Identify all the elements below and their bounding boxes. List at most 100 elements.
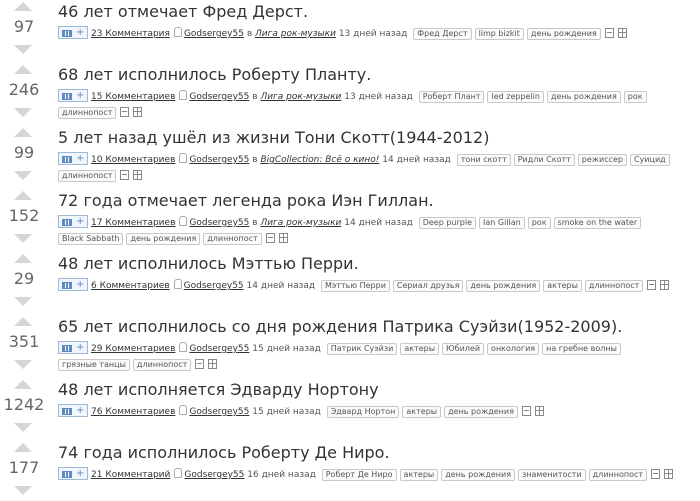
- story-title[interactable]: 65 лет исполнилось со дня рождения Патри…: [58, 315, 622, 339]
- tag[interactable]: Фред Дерст: [413, 28, 472, 40]
- story-title[interactable]: 68 лет исполнилось Роберту Планту.: [58, 63, 371, 87]
- story-title[interactable]: 46 лет отмечает Фред Дерст.: [58, 0, 308, 24]
- comments-link[interactable]: 23 Комментария: [91, 29, 170, 39]
- author-link[interactable]: Godsergey55: [189, 92, 249, 102]
- tag[interactable]: Юбилей: [442, 343, 485, 355]
- downvote-icon[interactable]: [14, 108, 32, 117]
- tag[interactable]: актеры: [543, 280, 582, 292]
- add-to-list-icon[interactable]: +: [58, 467, 88, 480]
- downvote-icon[interactable]: [14, 297, 32, 306]
- tag[interactable]: день рождения: [526, 28, 601, 40]
- add-to-list-icon[interactable]: +: [58, 26, 88, 39]
- tag[interactable]: Роберт Де Ниро: [321, 469, 397, 481]
- story-title[interactable]: 48 лет исполнилось Мэттью Перри.: [58, 252, 359, 276]
- upvote-icon[interactable]: [14, 128, 32, 137]
- add-to-list-icon[interactable]: +: [58, 341, 88, 354]
- tag[interactable]: Суицид: [629, 154, 670, 166]
- add-to-list-icon[interactable]: +: [58, 278, 88, 291]
- hide-icon[interactable]: [664, 469, 674, 479]
- upvote-icon[interactable]: [14, 2, 32, 11]
- tag[interactable]: Black Sabbath: [58, 233, 124, 245]
- tag[interactable]: led zeppelin: [487, 91, 544, 103]
- hide-icon[interactable]: [208, 359, 218, 369]
- hide-icon[interactable]: [660, 280, 670, 290]
- comments-link[interactable]: 17 Комментариев: [91, 218, 175, 228]
- tag[interactable]: грязные танцы: [58, 359, 130, 371]
- tag[interactable]: рок: [527, 217, 551, 229]
- hide-icon[interactable]: [534, 406, 544, 416]
- tag[interactable]: день рождения: [441, 469, 516, 481]
- story-title[interactable]: 5 лет назад ушёл из жизни Тони Скотт(194…: [58, 126, 489, 150]
- upvote-icon[interactable]: [14, 443, 32, 452]
- tag[interactable]: длиннопост: [203, 233, 262, 245]
- author-link[interactable]: Godsergey55: [184, 281, 244, 291]
- tag[interactable]: Deep purple: [418, 217, 476, 229]
- community-link[interactable]: Лига рок-музыки: [260, 218, 341, 228]
- save-icon[interactable]: [604, 28, 614, 38]
- downvote-icon[interactable]: [14, 234, 32, 243]
- save-icon[interactable]: [195, 359, 205, 369]
- author-link[interactable]: Godsergey55: [189, 344, 249, 354]
- tag[interactable]: актеры: [402, 406, 442, 418]
- community-link[interactable]: BigCollection: Всё о кино!: [260, 155, 379, 165]
- tag[interactable]: рок: [623, 91, 647, 103]
- downvote-icon[interactable]: [14, 45, 32, 54]
- comments-link[interactable]: 15 Комментариев: [91, 92, 175, 102]
- hide-icon[interactable]: [617, 28, 627, 38]
- tag[interactable]: длиннопост: [132, 359, 192, 371]
- tag[interactable]: Ian Gillan: [479, 217, 525, 229]
- add-to-list-icon[interactable]: +: [58, 404, 88, 417]
- hide-icon[interactable]: [133, 107, 143, 117]
- tag[interactable]: день рождения: [126, 233, 201, 245]
- upvote-icon[interactable]: [14, 317, 32, 326]
- upvote-icon[interactable]: [14, 254, 32, 263]
- author-link[interactable]: Godsergey55: [189, 407, 249, 417]
- upvote-icon[interactable]: [14, 65, 32, 74]
- tag[interactable]: Мэттью Перри: [321, 280, 390, 292]
- tag[interactable]: smoke on the water: [553, 217, 642, 229]
- hide-icon[interactable]: [133, 170, 143, 180]
- downvote-icon[interactable]: [14, 423, 32, 432]
- tag[interactable]: Патрик Суэйзи: [326, 343, 398, 355]
- tag[interactable]: Ридли Скотт: [513, 154, 575, 166]
- tag[interactable]: Сериал друзья: [392, 280, 464, 292]
- tag[interactable]: актеры: [399, 469, 439, 481]
- save-icon[interactable]: [120, 170, 130, 180]
- tag[interactable]: онкология: [487, 343, 540, 355]
- tag[interactable]: знаменитости: [518, 469, 586, 481]
- author-link[interactable]: Godsergey55: [184, 470, 244, 480]
- tag[interactable]: день рождения: [466, 280, 541, 292]
- tag[interactable]: длиннопост: [58, 170, 117, 182]
- comments-link[interactable]: 10 Комментариев: [91, 155, 175, 165]
- story-title[interactable]: 48 лет исполняется Эдварду Нортону: [58, 378, 379, 402]
- tag[interactable]: длиннопост: [58, 107, 117, 119]
- save-icon[interactable]: [120, 107, 130, 117]
- comments-link[interactable]: 6 Комментариев: [91, 281, 170, 291]
- upvote-icon[interactable]: [14, 191, 32, 200]
- add-to-list-icon[interactable]: +: [58, 215, 88, 228]
- story-title[interactable]: 72 года отмечает легенда рока Иэн Гиллан…: [58, 189, 434, 213]
- add-to-list-icon[interactable]: +: [58, 152, 88, 165]
- save-icon[interactable]: [521, 406, 531, 416]
- add-to-list-icon[interactable]: +: [58, 89, 88, 102]
- tag[interactable]: режиссер: [577, 154, 627, 166]
- downvote-icon[interactable]: [14, 171, 32, 180]
- comments-link[interactable]: 76 Комментариев: [91, 407, 175, 417]
- comments-link[interactable]: 29 Комментариев: [91, 344, 175, 354]
- tag[interactable]: Роберт Плант: [418, 91, 485, 103]
- hide-icon[interactable]: [278, 233, 288, 243]
- downvote-icon[interactable]: [14, 360, 32, 369]
- tag[interactable]: день рождения: [546, 91, 621, 103]
- save-icon[interactable]: [265, 233, 275, 243]
- tag[interactable]: длиннопост: [588, 469, 648, 481]
- author-link[interactable]: Godsergey55: [189, 155, 249, 165]
- community-link[interactable]: Лига рок-музыки: [260, 92, 341, 102]
- tag[interactable]: актеры: [400, 343, 440, 355]
- upvote-icon[interactable]: [14, 380, 32, 389]
- tag[interactable]: тони скотт: [456, 154, 511, 166]
- author-link[interactable]: Godsergey55: [189, 218, 249, 228]
- tag[interactable]: на гребне волны: [542, 343, 621, 355]
- tag[interactable]: день рождения: [444, 406, 518, 418]
- author-link[interactable]: Godsergey55: [184, 29, 244, 39]
- save-icon[interactable]: [651, 469, 661, 479]
